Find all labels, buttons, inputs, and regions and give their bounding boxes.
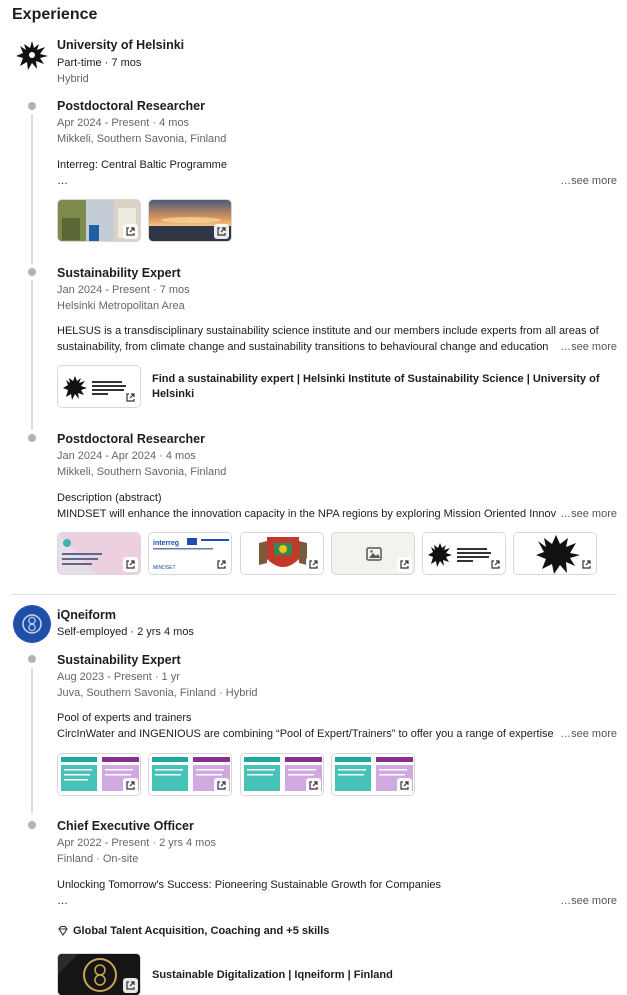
media-thumbnail[interactable] [422,532,506,575]
media-thumbnail[interactable] [148,753,232,796]
external-link-icon [123,224,138,239]
interreg-thumb-label: interreg [153,540,179,547]
timeline-line [31,668,33,813]
timeline-dot [28,434,36,442]
see-more-link[interactable]: …see more [556,341,617,353]
timeline-line [31,280,33,430]
role-description: HELSUS is a transdisciplinary sustainabi… [57,325,599,337]
role-description-more: CircInWater and INGENIOUS are combining … [57,728,554,740]
iqneiform-logo[interactable] [12,604,52,644]
media-thumbnail[interactable]: interreg MINDSET [148,532,232,575]
role-description: Description (abstract) [57,492,162,504]
see-more-link[interactable]: …see more [556,728,617,740]
employment-type: Part-time · 7 mos [57,57,142,69]
timeline-dot [28,268,36,276]
external-link-icon [214,224,229,239]
org-divider [12,594,617,595]
see-more-link[interactable]: …see more [556,508,617,520]
link-preview-title[interactable]: Find a sustainability expert | Helsinki … [152,372,617,402]
org-name[interactable]: University of Helsinki [57,38,184,52]
role-description-more: MINDSET will enhance the innovation capa… [57,508,557,520]
role-dates: Jan 2024 - Apr 2024 · 4 mos [57,450,196,462]
external-link-icon [123,778,138,793]
external-link-icon [579,557,594,572]
role-description-more: sustainability, from climate change and … [57,341,549,353]
work-mode: Hybrid [57,73,89,85]
external-link-icon [397,557,412,572]
external-link-icon [397,778,412,793]
role-dates: Apr 2024 - Present · 4 mos [57,117,190,129]
media-placeholder-thumbnail[interactable] [331,532,415,575]
timeline-dot [28,655,36,663]
role-description: Pool of experts and trainers [57,712,192,724]
external-link-icon [214,778,229,793]
role-description-more: … [57,175,68,187]
media-thumbnail[interactable] [240,753,324,796]
role-title: Sustainability Expert [57,653,181,667]
media-thumbnail[interactable] [240,532,324,575]
external-link-icon [123,390,138,405]
external-link-icon [306,557,321,572]
external-link-icon [123,978,138,993]
role-dates: Apr 2022 - Present · 2 yrs 4 mos [57,837,216,849]
role-location: Finland · On-site [57,853,139,865]
role-title: Postdoctoral Researcher [57,99,205,113]
employment-type: Self-employed · 2 yrs 4 mos [57,626,194,638]
role-title: Postdoctoral Researcher [57,432,205,446]
external-link-icon [123,557,138,572]
skills-summary[interactable]: Global Talent Acquisition, Coaching and … [73,925,329,937]
media-thumbnail[interactable] [57,199,141,242]
role-location: Mikkeli, Southern Savonia, Finland [57,466,227,478]
external-link-icon [306,778,321,793]
timeline-dot [28,102,36,110]
media-thumbnail[interactable] [331,753,415,796]
link-preview-title[interactable]: Sustainable Digitalization | Iqneiform |… [152,968,612,983]
timeline-dot [28,821,36,829]
media-thumbnail[interactable] [148,199,232,242]
role-description-more: … [57,895,68,907]
media-thumbnail[interactable] [57,753,141,796]
role-location: Juva, Southern Savonia, Finland · Hybrid [57,687,258,699]
university-of-helsinki-logo[interactable] [12,36,52,76]
see-more-link[interactable]: …see more [556,895,617,907]
timeline-line [31,114,33,264]
mindset-thumb-label: MINDSET [153,565,176,571]
external-link-icon [488,557,503,572]
role-dates: Aug 2023 - Present · 1 yr [57,671,180,683]
see-more-link[interactable]: …see more [556,175,617,187]
link-preview-thumbnail[interactable] [57,953,141,995]
external-link-icon [214,557,229,572]
role-dates: Jan 2024 - Present · 7 mos [57,284,190,296]
role-description: Interreg: Central Baltic Programme [57,159,227,171]
link-preview-thumbnail[interactable] [57,365,141,408]
skills-diamond-icon [57,925,69,937]
media-thumbnail[interactable] [513,532,597,575]
role-title: Chief Executive Officer [57,819,194,833]
role-title: Sustainability Expert [57,266,181,280]
role-location: Helsinki Metropolitan Area [57,300,185,312]
role-description: Unlocking Tomorrow's Success: Pioneering… [57,879,442,891]
section-title: Experience [12,6,98,23]
role-location: Mikkeli, Southern Savonia, Finland [57,133,227,145]
media-thumbnail[interactable] [57,532,141,575]
org-name[interactable]: iQneiform [57,608,116,622]
